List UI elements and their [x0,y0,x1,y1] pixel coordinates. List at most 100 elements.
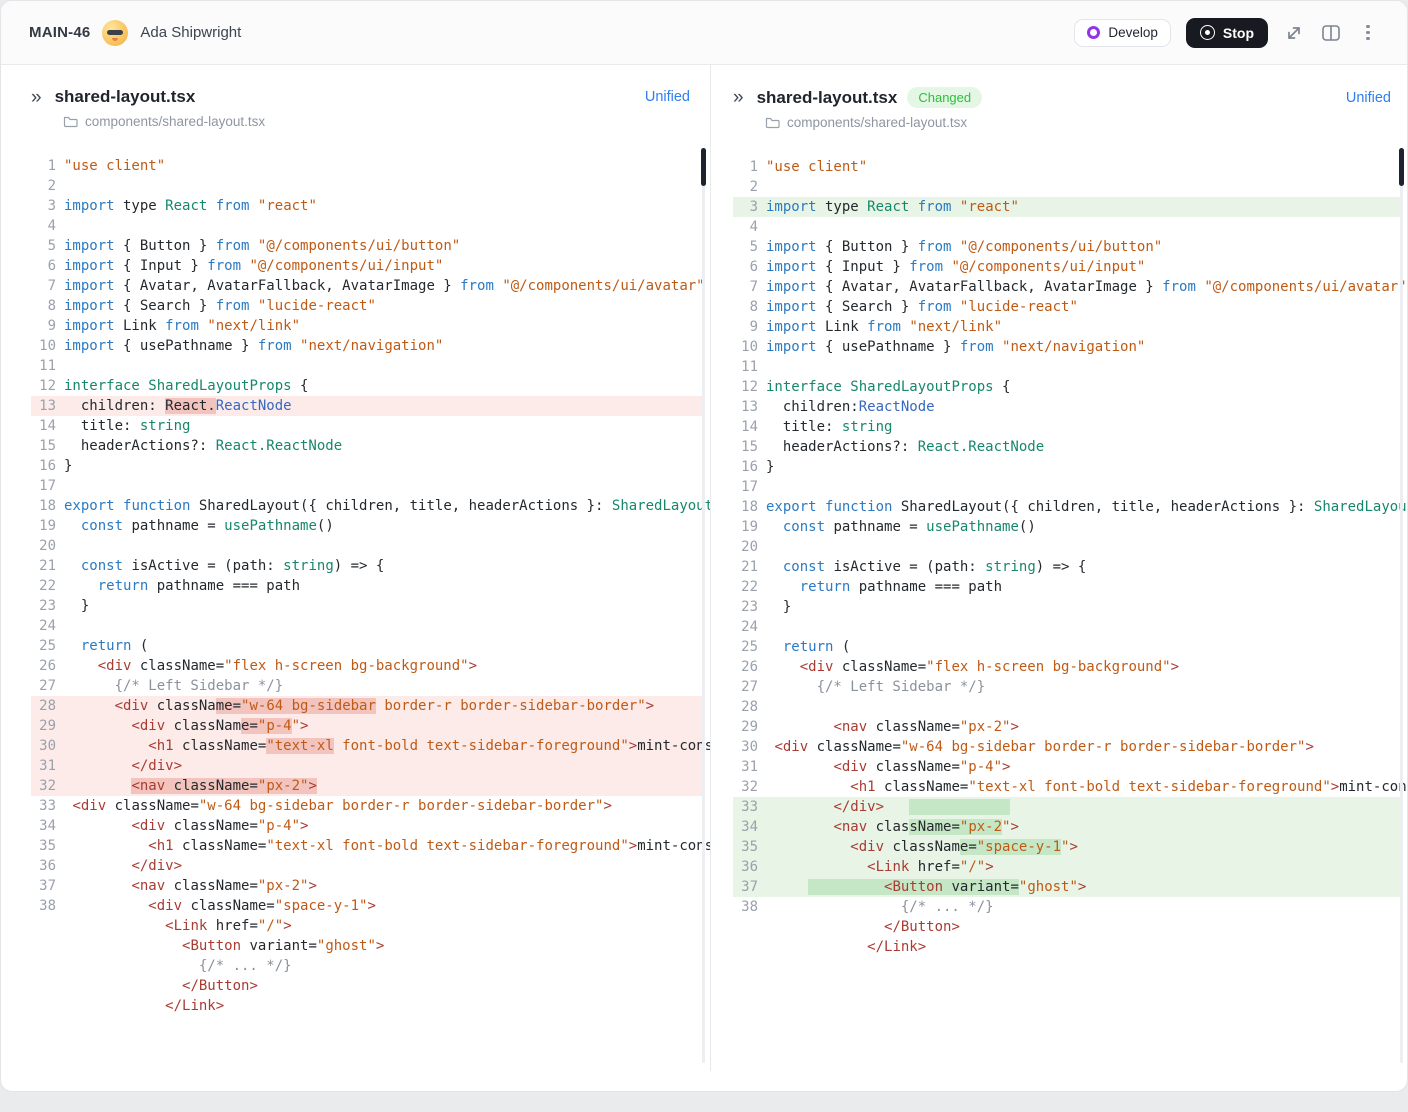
code-text: </div> [64,856,182,876]
code-line: 31 <div className="p-4"> [733,757,1401,777]
line-number: 19 [733,517,758,537]
code-line: <Link href="/"> [31,916,704,936]
breadcrumb: components/shared-layout.tsx [711,115,1407,130]
scrollbar-thumb[interactable] [701,148,706,186]
line-number [31,976,56,996]
expand-icon[interactable] [1283,22,1305,44]
code-line: 22 return pathname === path [31,576,704,596]
line-number: 30 [733,737,758,757]
code-text: import { Input } from "@/components/ui/i… [766,257,1145,277]
code-text: import type React from "react" [64,196,317,216]
line-number: 3 [733,197,758,217]
code-text: import { Avatar, AvatarFallback, AvatarI… [766,277,1407,297]
code-line: 20 [733,537,1401,557]
line-number: 15 [31,436,56,456]
code-text: </div> [766,797,1010,817]
code-text: const isActive = (path: string) => { [766,557,1086,577]
line-number: 32 [31,776,56,796]
code-text: const pathname = usePathname() [64,516,334,536]
code-line: 3import type React from "react" [31,196,704,216]
code-line: 35 <div className="space-y-1"> [733,837,1401,857]
agent-name: Ada Shipwright [140,24,241,41]
code-line: 14 title: string [31,416,704,436]
code-line: 28 [733,697,1401,717]
line-number: 17 [733,477,758,497]
code-line: 30 <h1 className="text-xl font-bold text… [31,736,704,756]
code-text: <div className="space-y-1"> [766,837,1078,857]
code-line: </Button> [31,976,704,996]
view-mode-toggle[interactable]: Unified [1346,90,1391,106]
code-line: 10import { usePathname } from "next/navi… [31,336,704,356]
line-number: 22 [733,577,758,597]
code-text: headerActions?: React.ReactNode [64,436,342,456]
code-text: {/* ... */} [64,956,292,976]
code-text: const isActive = (path: string) => { [64,556,384,576]
code-line: 6import { Input } from "@/components/ui/… [733,257,1401,277]
line-number: 22 [31,576,56,596]
more-menu-icon[interactable] [1357,22,1379,44]
code-text: <div className="space-y-1"> [64,896,376,916]
code-line: 12 interface SharedLayoutProps { [733,377,1401,397]
code-line: 29 <nav className="px-2"> [733,717,1401,737]
code-text: "use client" [766,157,867,177]
line-number: 1 [733,157,758,177]
code-line: 31 </div> [31,756,704,776]
code-text: title: string [766,417,892,437]
code-line: <Button variant="ghost"> [31,936,704,956]
line-number [31,996,56,1016]
collapse-chevrons-icon[interactable]: » [31,88,42,107]
line-number: 24 [733,617,758,637]
code-text: <div className="p-4"> [64,816,308,836]
code-line: 4 [31,216,704,236]
line-number: 26 [31,656,56,676]
scrollbar-thumb[interactable] [1399,148,1404,186]
develop-button[interactable]: Develop [1074,19,1171,47]
line-number: 32 [733,777,758,797]
code-text: headerActions?: React.ReactNode [766,437,1044,457]
code-text: <h1 className="text-xl font-bold text-si… [64,836,711,856]
code-block: 1"use client"23import type React from "r… [1,156,710,1016]
code-line: 16} [733,457,1401,477]
diff-panes: » shared-layout.tsx Unified components/s… [1,65,1407,1071]
code-text: "use client" [64,156,165,176]
line-number: 19 [31,516,56,536]
code-line: 19 const pathname = usePathname() [31,516,704,536]
code-text: <div className="p-4"> [64,716,308,736]
code-text: <nav className="px-2"> [766,717,1019,737]
code-line: 25 return ( [31,636,704,656]
line-number: 11 [733,357,758,377]
line-number: 5 [733,237,758,257]
line-number: 12 [31,376,56,396]
line-number: 13 [31,396,56,416]
file-title: shared-layout.tsx [55,87,196,107]
collapse-chevrons-icon[interactable]: » [733,88,744,107]
line-number: 8 [31,296,56,316]
code-text: } [64,456,72,476]
line-number: 34 [733,817,758,837]
changed-badge: Changed [907,87,982,108]
stop-button[interactable]: Stop [1186,18,1268,48]
line-number: 2 [31,176,56,196]
view-mode-toggle[interactable]: Unified [645,89,690,105]
line-number: 12 [733,377,758,397]
code-text: <h1 className="text-xl font-bold text-si… [766,777,1407,797]
code-text: </div> [64,756,182,776]
code-text: } [766,457,774,477]
ticket-id: MAIN-46 [29,24,90,41]
develop-ring-icon [1087,26,1100,39]
code-line: 35 <h1 className="text-xl font-bold text… [31,836,704,856]
code-text: return ( [64,636,148,656]
code-line: 26 <div className="flex h-screen bg-back… [31,656,704,676]
line-number: 29 [733,717,758,737]
code-text: interface SharedLayoutProps { [766,377,1010,397]
code-text: return ( [766,637,850,657]
code-line: 36 </div> [31,856,704,876]
code-line: 13 children: React.ReactNode [31,396,704,416]
line-number: 33 [31,796,56,816]
code-text: import { usePathname } from "next/naviga… [766,337,1145,357]
code-line: 2 [733,177,1401,197]
code-text: interface SharedLayoutProps { [64,376,308,396]
code-line: 8import { Search } from "lucide-react" [733,297,1401,317]
split-view-icon[interactable] [1320,22,1342,44]
line-number: 27 [31,676,56,696]
